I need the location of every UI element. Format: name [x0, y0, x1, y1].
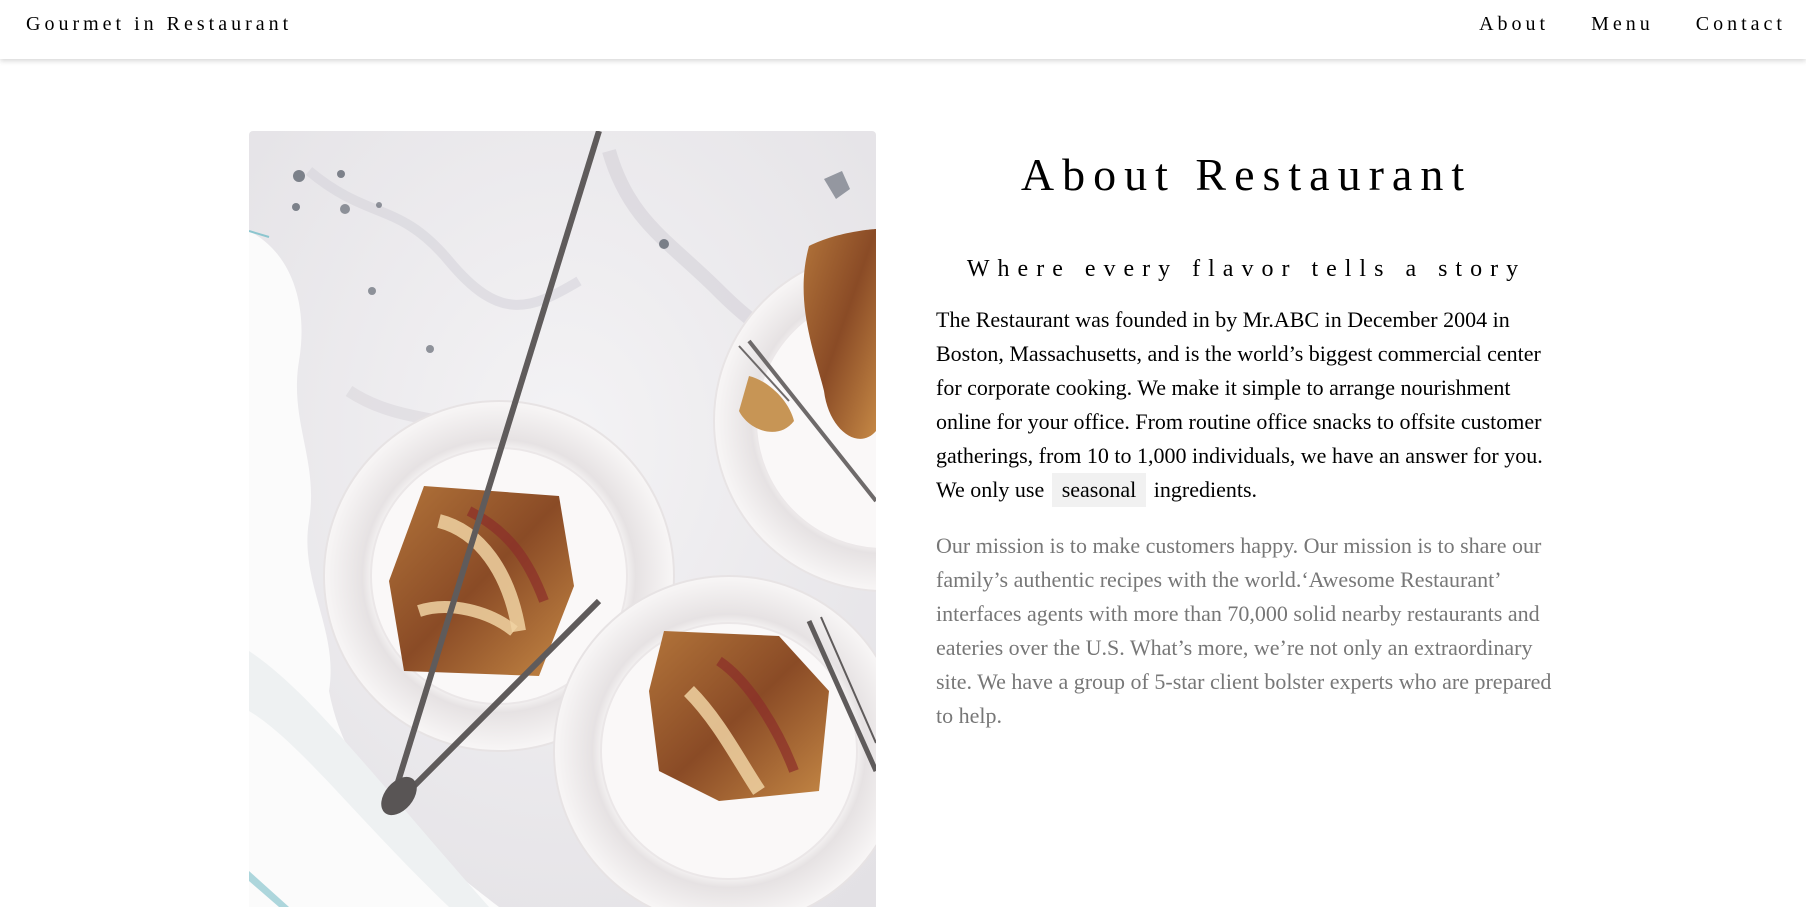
brand-link[interactable]: Gourmet in Restaurant	[26, 13, 292, 36]
mission-paragraph: Our mission is to make customers happy. …	[936, 532, 1552, 728]
nav-link-contact[interactable]: Contact	[1654, 13, 1786, 36]
main-nav: About Menu Contact	[1437, 13, 1786, 36]
tagline: Where every flavor tells a story	[966, 255, 1527, 282]
nav-link-menu[interactable]: Menu	[1549, 13, 1654, 36]
nav-link-about[interactable]: About	[1437, 13, 1549, 36]
top-navigation-bar: Gourmet in Restaurant About Menu Contact	[0, 0, 1806, 59]
restaurant-food-photo	[249, 131, 876, 907]
page-title: About Restaurant	[1020, 149, 1473, 200]
about-section: About Restaurant Where every flavor tell…	[249, 131, 1557, 907]
apple-tart-plates-image	[249, 131, 876, 907]
lead-text-end: ingredients.	[1153, 476, 1258, 502]
about-text-column: About Restaurant Where every flavor tell…	[936, 131, 1557, 907]
seasonal-tag: seasonal	[1051, 472, 1147, 507]
about-lead-paragraph: The Restaurant was founded in by Mr.ABC …	[936, 303, 1557, 507]
lead-text: The Restaurant was founded in by Mr.ABC …	[936, 306, 1543, 502]
